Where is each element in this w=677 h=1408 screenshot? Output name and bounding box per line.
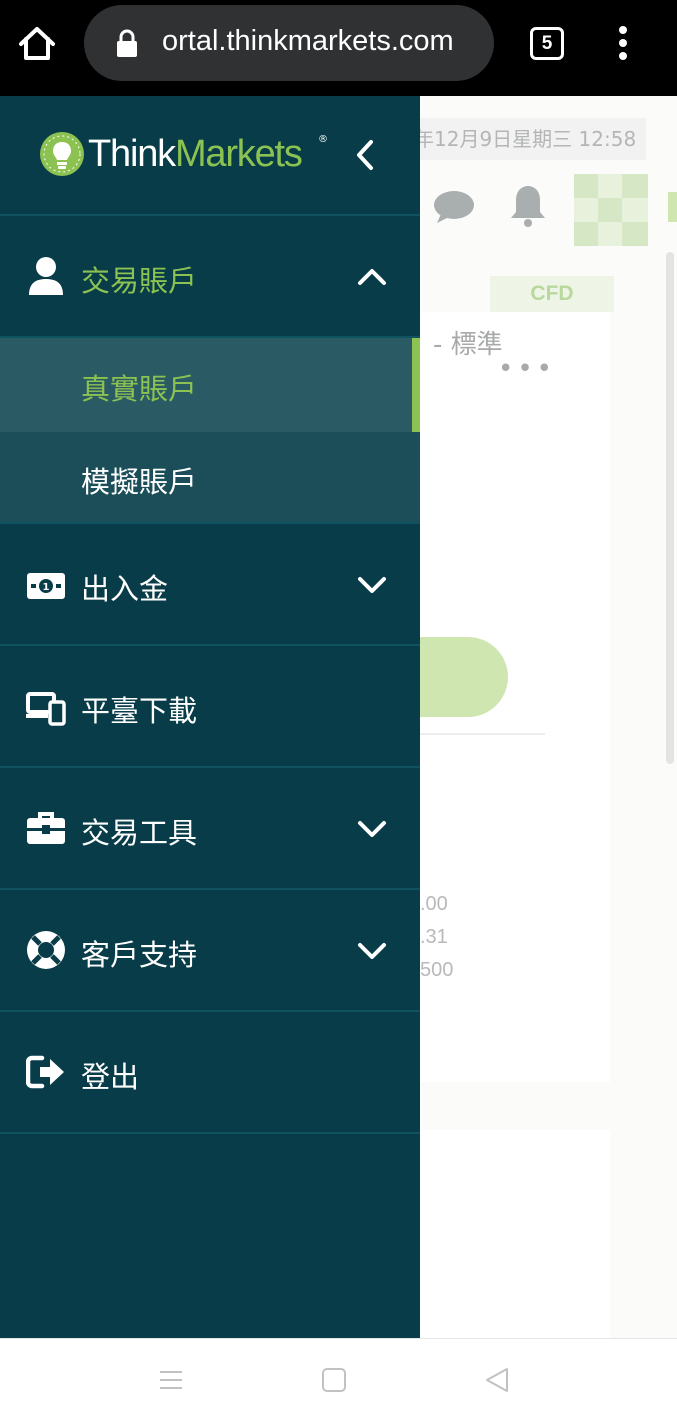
account-type-text: - 標準 — [433, 330, 503, 360]
browser-toolbar: ortal.thinkmarkets.com 5 — [0, 0, 677, 96]
menu-item-label: 平臺下載 — [81, 694, 198, 728]
registered-mark: ® — [318, 134, 328, 145]
chevron-down-icon[interactable] — [356, 818, 388, 840]
bell-icon — [511, 186, 545, 227]
menu-item-label: 交易工具 — [81, 816, 198, 850]
chat-icon — [434, 191, 474, 223]
active-indicator — [412, 338, 420, 432]
menu-item-deposit-withdraw[interactable]: 1 出入金 — [0, 524, 420, 646]
submenu-item-label: 模擬賬戶 — [81, 465, 198, 499]
page-scrollbar — [666, 252, 674, 764]
user-icon — [26, 256, 66, 296]
home-button-icon[interactable] — [322, 1368, 346, 1392]
submenu-item-live-account[interactable]: 真實賬戶 — [0, 338, 420, 432]
menu-item-trading-accounts[interactable]: 交易賬戶 — [0, 218, 420, 338]
menu-item-customer-support[interactable]: 客戶支持 — [0, 890, 420, 1012]
devices-icon — [26, 688, 66, 728]
chevron-down-icon[interactable] — [356, 940, 388, 962]
browser-menu-icon[interactable] — [614, 26, 632, 62]
thinkmarkets-logo-icon — [40, 132, 84, 176]
system-navigation-bar — [0, 1338, 677, 1408]
sign-out-icon — [26, 1052, 66, 1092]
home-icon[interactable] — [17, 24, 57, 62]
address-bar[interactable]: ortal.thinkmarkets.com — [84, 5, 494, 81]
menu-item-trading-tools[interactable]: 交易工具 — [0, 768, 420, 890]
chevron-down-icon[interactable] — [356, 574, 388, 596]
back-icon[interactable] — [484, 1366, 510, 1394]
menu-item-logout[interactable]: 登出 — [0, 1012, 420, 1134]
tab-cfd: CFD — [490, 276, 614, 312]
submenu-item-label: 真實賬戶 — [81, 372, 198, 406]
submenu-item-demo-account[interactable]: 模擬賬戶 — [0, 432, 420, 524]
url-text: ortal.thinkmarkets.com — [162, 25, 454, 57]
money-icon: 1 — [26, 566, 66, 606]
menu-item-label: 客戶支持 — [81, 938, 198, 972]
datetime-text: 年12月9日星期三 12:58 — [404, 118, 647, 160]
chevron-up-icon[interactable] — [356, 266, 388, 288]
menu-item-platform-download[interactable]: 平臺下載 — [0, 646, 420, 768]
more-icon: ••• — [498, 354, 557, 384]
drawer-header: ThinkMarkets ® — [0, 96, 420, 216]
svg-text:1: 1 — [43, 582, 50, 593]
menu-item-label: 交易賬戶 — [81, 264, 198, 298]
menu-item-label: 出入金 — [81, 572, 169, 606]
secondary-card — [420, 1130, 610, 1338]
recent-apps-icon[interactable] — [158, 1369, 184, 1391]
avatar — [574, 174, 648, 246]
thinkmarkets-logo: ThinkMarkets — [88, 133, 303, 175]
toolbox-icon — [26, 808, 66, 848]
navigation-drawer: ThinkMarkets ® 交易賬戶 真實賬戶 模擬賬戶 1 出入金 平臺下載… — [0, 96, 420, 1338]
tab-switcher-button[interactable]: 5 — [530, 27, 564, 60]
equity-value: .31 — [420, 926, 448, 948]
collapse-drawer-icon[interactable] — [352, 136, 378, 174]
menu-item-label: 登出 — [81, 1060, 140, 1094]
lock-icon — [117, 29, 137, 57]
leverage-value: 500 — [420, 959, 454, 981]
balance-value: .00 — [420, 893, 448, 915]
lifebuoy-icon — [26, 930, 66, 970]
